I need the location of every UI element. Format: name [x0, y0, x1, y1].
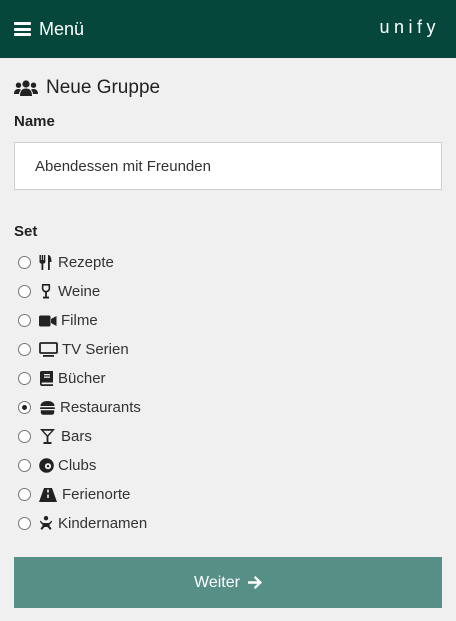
page-title: Neue Gruppe [46, 77, 161, 98]
radio-bars[interactable] [18, 430, 31, 443]
users-icon [14, 79, 38, 96]
record-icon [38, 458, 54, 474]
radio-filme[interactable] [18, 314, 31, 327]
road-icon [38, 487, 58, 503]
option-ferienorte[interactable]: Ferienorte [14, 480, 147, 509]
hamburger-icon [14, 22, 31, 36]
option-restaurants[interactable]: Restaurants [14, 393, 147, 422]
radio-buecher[interactable] [18, 372, 31, 385]
radio-kindernamen[interactable] [18, 517, 31, 530]
arrow-right-icon [247, 576, 262, 589]
name-label: Name [14, 113, 55, 130]
option-bars[interactable]: Bars [14, 422, 147, 451]
utensils-icon [38, 255, 54, 271]
option-kindernamen[interactable]: Kindernamen [14, 509, 147, 538]
option-label: Kindernamen [58, 515, 148, 532]
option-label: Filme [61, 312, 98, 329]
option-label: Bars [61, 428, 92, 445]
option-label: Restaurants [60, 399, 141, 416]
radio-ferienorte[interactable] [18, 488, 31, 501]
radio-rezepte[interactable] [18, 256, 31, 269]
option-label: TV Serien [62, 341, 129, 358]
option-clubs[interactable]: Clubs [14, 451, 147, 480]
radio-restaurants[interactable] [18, 401, 31, 414]
wine-glass-icon [38, 284, 54, 300]
option-label: Rezepte [58, 254, 114, 271]
top-bar: Menü unify [0, 0, 456, 58]
option-buecher[interactable]: Bücher [14, 364, 147, 393]
set-options: Rezepte Weine Filme TV Serien Bücher Res… [14, 248, 147, 538]
book-icon [38, 371, 54, 387]
option-tv-serien[interactable]: TV Serien [14, 335, 147, 364]
radio-tv-serien[interactable] [18, 343, 31, 356]
name-input[interactable] [14, 142, 442, 190]
cocktail-icon [38, 429, 57, 445]
option-weine[interactable]: Weine [14, 277, 147, 306]
menu-label: Menü [39, 18, 85, 39]
page-title-row: Neue Gruppe [14, 76, 160, 100]
option-label: Bücher [58, 370, 106, 387]
menu-button[interactable]: Menü [14, 17, 84, 41]
weiter-button[interactable]: Weiter [14, 557, 442, 608]
brand-logo[interactable]: unify [379, 17, 440, 38]
video-camera-icon [38, 313, 57, 329]
tv-icon [38, 342, 58, 358]
option-label: Clubs [58, 457, 97, 474]
option-label: Ferienorte [62, 486, 131, 503]
radio-clubs[interactable] [18, 459, 31, 472]
option-label: Weine [58, 283, 101, 300]
weiter-label: Weiter [194, 573, 240, 591]
option-rezepte[interactable]: Rezepte [14, 248, 147, 277]
hamburger-icon [38, 400, 56, 416]
option-filme[interactable]: Filme [14, 306, 147, 335]
baby-icon [38, 516, 54, 532]
radio-weine[interactable] [18, 285, 31, 298]
set-label: Set [14, 223, 38, 240]
